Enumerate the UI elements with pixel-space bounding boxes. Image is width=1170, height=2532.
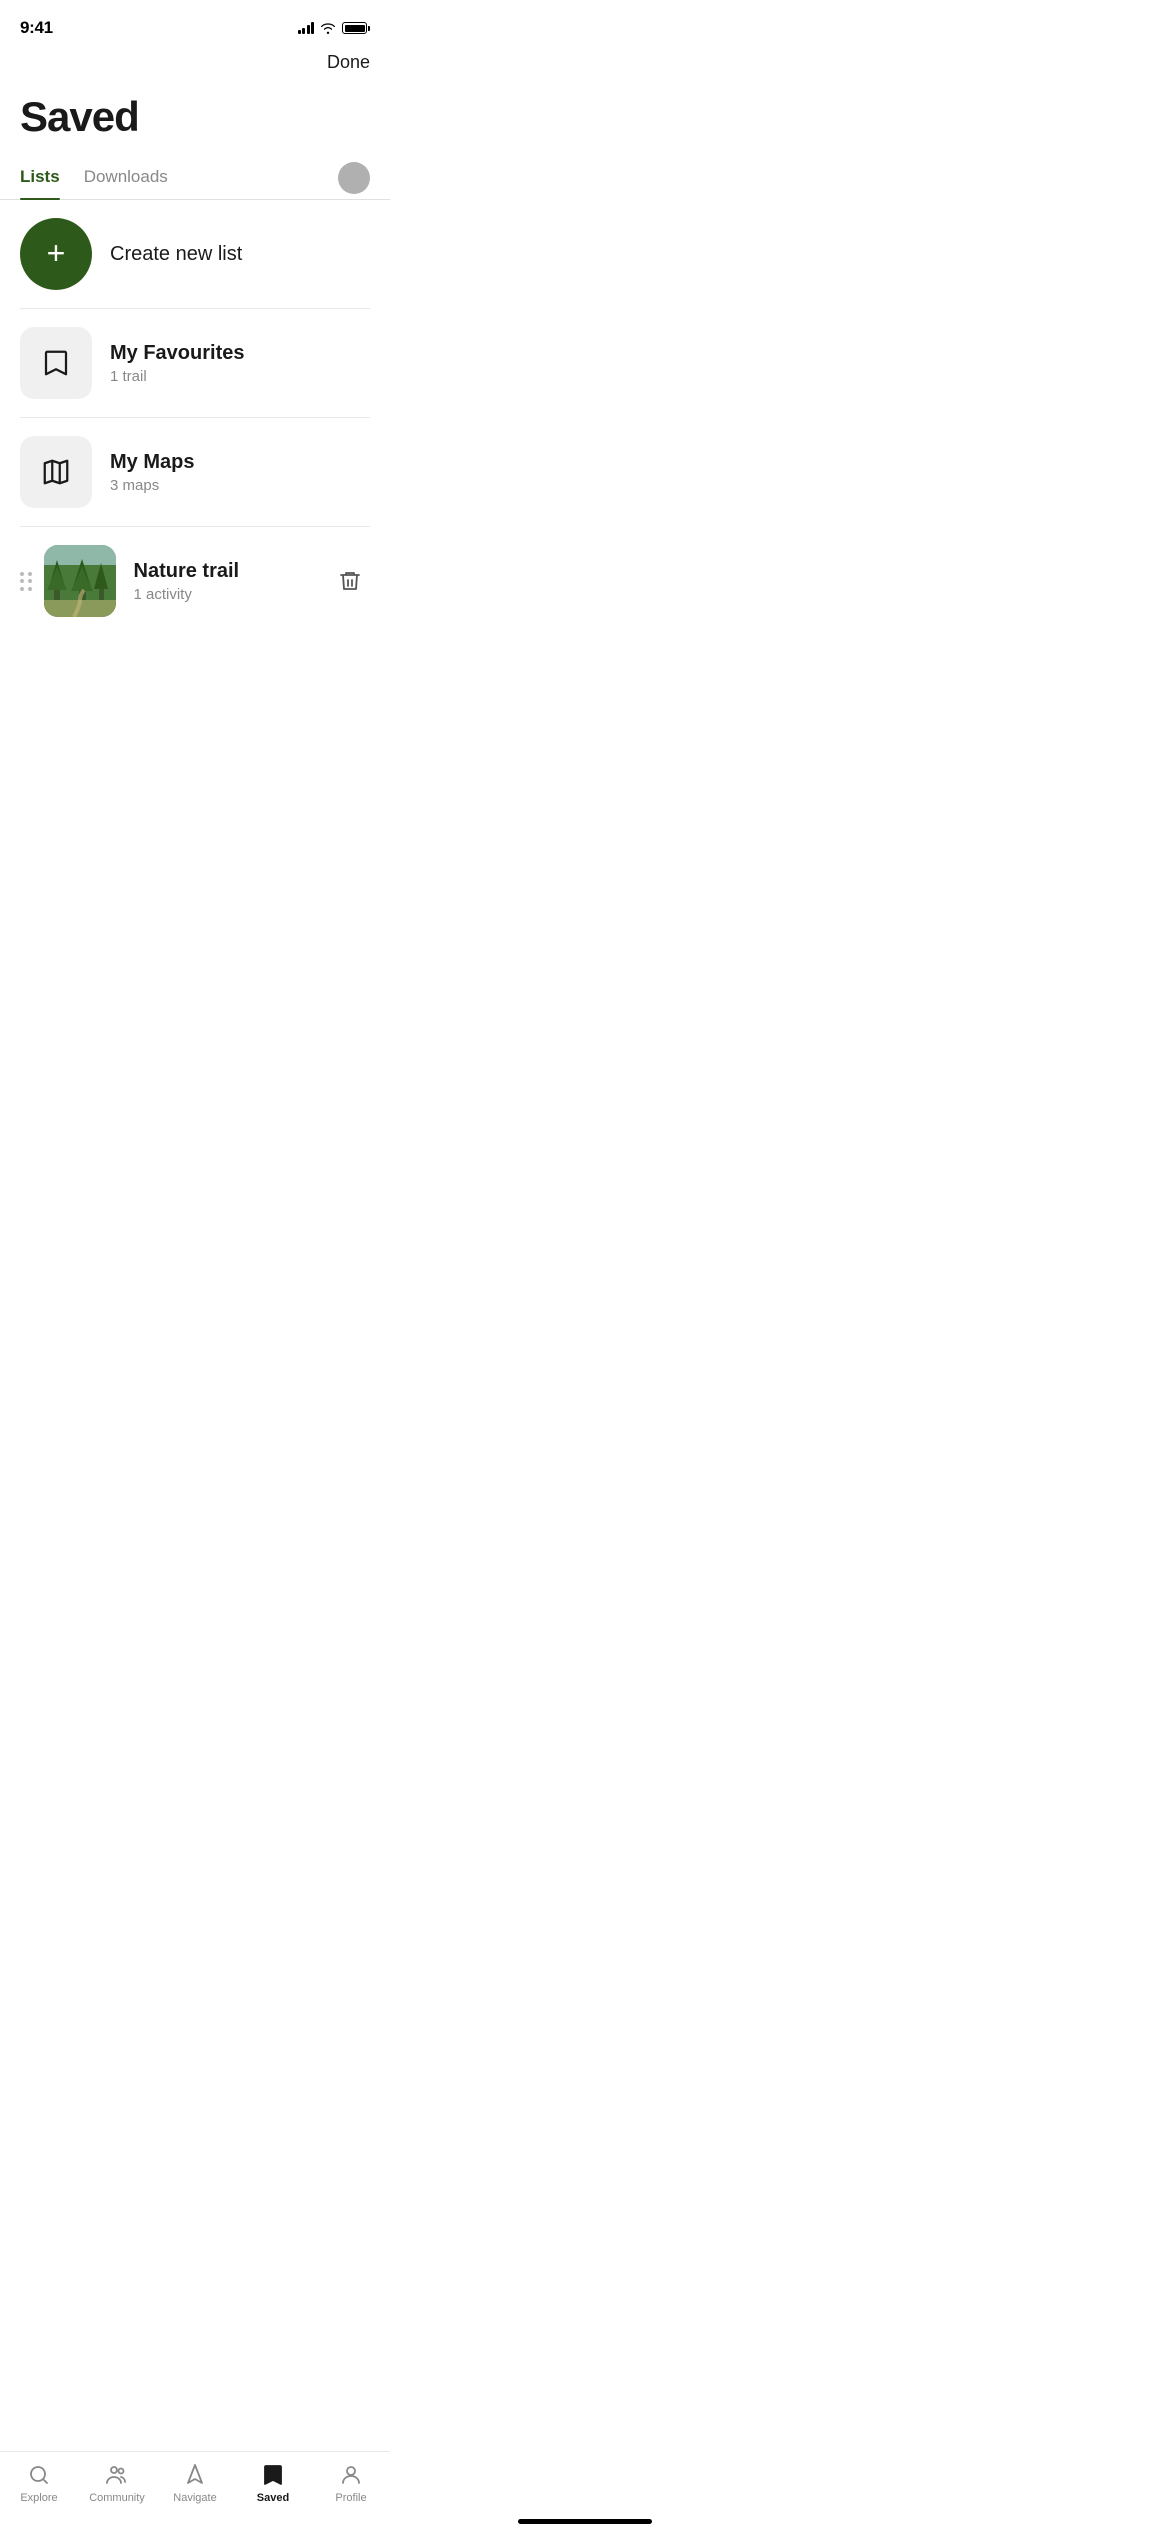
community-icon <box>104 2462 130 2488</box>
my-maps-item[interactable]: My Maps 3 maps <box>20 418 370 527</box>
profile-label: Profile <box>335 2492 366 2504</box>
page-title: Saved <box>0 83 390 157</box>
saved-label: Saved <box>257 2492 289 2504</box>
nature-trail-thumbnail <box>44 545 116 617</box>
status-time: 9:41 <box>20 18 53 38</box>
tab-navigate[interactable]: Navigate <box>165 2462 225 2504</box>
tab-saved[interactable]: Saved <box>243 2462 303 2504</box>
delete-button[interactable] <box>330 561 370 601</box>
favourites-meta: 1 trail <box>110 368 244 385</box>
saved-icon <box>260 2462 286 2488</box>
nature-trail-name: Nature trail <box>134 560 240 583</box>
tab-explore[interactable]: Explore <box>9 2462 69 2504</box>
tab-downloads[interactable]: Downloads <box>84 157 168 199</box>
navigate-label: Navigate <box>173 2492 216 2504</box>
tab-community[interactable]: Community <box>87 2462 147 2504</box>
nature-trail-text: Nature trail 1 activity <box>134 560 240 603</box>
home-indicator <box>518 2519 652 2524</box>
my-favourites-item[interactable]: My Favourites 1 trail <box>20 309 370 418</box>
favourites-text: My Favourites 1 trail <box>110 342 244 385</box>
signal-icon <box>298 22 315 34</box>
map-icon <box>41 457 71 487</box>
create-btn-circle: + <box>20 218 92 290</box>
status-icons <box>298 22 371 34</box>
maps-name: My Maps <box>110 451 194 474</box>
explore-label: Explore <box>20 2492 57 2504</box>
bottom-tab-bar: Explore Community Navigate Saved <box>0 2451 390 2532</box>
explore-icon <box>26 2462 52 2488</box>
maps-text: My Maps 3 maps <box>110 451 194 494</box>
maps-icon-box <box>20 436 92 508</box>
community-label: Community <box>89 2492 145 2504</box>
favourites-icon-box <box>20 327 92 399</box>
done-button[interactable]: Done <box>327 52 370 73</box>
tab-lists[interactable]: Lists <box>20 157 60 199</box>
nature-trail-meta: 1 activity <box>134 586 240 603</box>
list-section: + Create new list My Favourites 1 trail … <box>0 200 390 635</box>
tab-profile[interactable]: Profile <box>321 2462 381 2504</box>
create-label: Create new list <box>110 243 242 266</box>
battery-icon <box>342 22 370 34</box>
sort-button[interactable] <box>338 162 370 194</box>
top-nav: Done <box>0 48 390 83</box>
trash-icon <box>338 569 362 593</box>
maps-meta: 3 maps <box>110 477 194 494</box>
bookmark-icon <box>41 348 71 378</box>
tabs-container: Lists Downloads <box>0 157 390 200</box>
create-new-list-item[interactable]: + Create new list <box>20 200 370 309</box>
profile-icon <box>338 2462 364 2488</box>
status-bar: 9:41 <box>0 0 390 48</box>
favourites-name: My Favourites <box>110 342 244 365</box>
drag-handle <box>20 572 32 591</box>
wifi-icon <box>320 22 336 34</box>
plus-icon: + <box>47 237 66 269</box>
nature-trail-item[interactable]: Nature trail 1 activity <box>20 527 370 635</box>
navigate-icon <box>182 2462 208 2488</box>
